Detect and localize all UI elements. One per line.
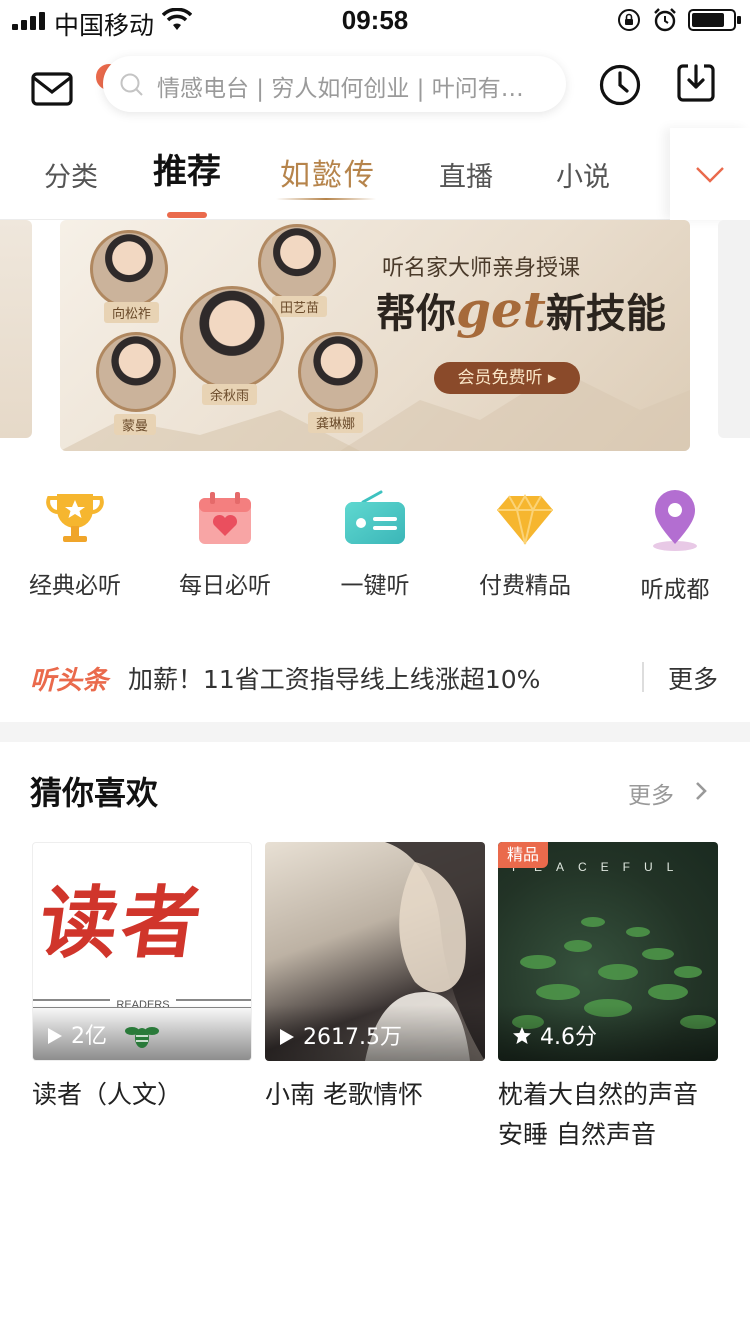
play-count-value: 2亿: [71, 1024, 107, 1049]
member-free-listen-label: 会员免费听: [457, 368, 543, 388]
quick-link-label: 付费精品: [479, 573, 571, 599]
quick-links: 经典必听 每日必听 一键听 付费精品 听成都: [0, 488, 750, 608]
member-free-listen-button[interactable]: 会员免费听 ▸: [434, 362, 580, 394]
banner-next-peek[interactable]: [718, 220, 750, 438]
download-icon[interactable]: [676, 63, 716, 103]
banner-title-get: get: [456, 280, 546, 339]
promo-banner[interactable]: 向松祚 田艺苗 余秋雨 蒙曼 龚琳娜 听名家大师亲身授课 帮你get新技能 会员…: [60, 220, 690, 451]
mail-icon: [31, 72, 73, 106]
rating: 4.6分: [512, 1019, 597, 1051]
tab-novel[interactable]: 小说: [556, 128, 610, 220]
location-pin-icon: [653, 490, 697, 551]
banner-title: 帮你get新技能: [376, 280, 666, 339]
album-title[interactable]: 小南 老歌情怀: [265, 1075, 485, 1115]
play-count: 2亿: [47, 1018, 107, 1050]
person-label-4: 蒙曼: [114, 414, 157, 435]
album-title[interactable]: 枕着大自然的声音安睡 自然声音: [498, 1075, 718, 1155]
person-label-3: 余秋雨: [202, 384, 258, 405]
play-count: 2617.5万: [279, 1019, 402, 1051]
headline-more-link[interactable]: 更多: [668, 660, 718, 696]
play-icon: [280, 1029, 294, 1045]
trophy-icon: [46, 494, 104, 542]
tab-live[interactable]: 直播: [439, 128, 493, 220]
portrait-4: [96, 332, 176, 412]
banner-title-part1: 帮你: [376, 290, 456, 337]
calendar-heart-icon: [199, 492, 251, 544]
search-input[interactable]: 情感电台 | 穷人如何创业 | 叶问有…: [103, 56, 566, 112]
status-bar: 中国移动 09:58: [0, 0, 750, 40]
star-icon: [513, 1027, 531, 1044]
rotation-lock-icon: [618, 9, 640, 31]
bee-logo-icon: [125, 1027, 159, 1048]
top-header: 3 情感电台 | 穷人如何创业 | 叶问有…: [0, 50, 750, 120]
person-label-5: 龚琳娜: [308, 412, 364, 433]
chevron-right-icon[interactable]: [694, 781, 708, 801]
chevron-down-icon: [696, 167, 724, 183]
album-cover: PEACEFUL 精品 4.6分: [498, 842, 718, 1061]
album-card[interactable]: PEACEFUL 精品 4.6分 枕着大自然的声音安睡 自然声音: [498, 842, 718, 1155]
person-label-2: 田艺苗: [272, 296, 328, 317]
quick-link-label: 每日必听: [179, 573, 271, 599]
battery-icon: [688, 9, 741, 31]
tab-category[interactable]: 分类: [44, 128, 98, 220]
active-tab-indicator: [167, 212, 207, 218]
play-icon: [48, 1028, 62, 1044]
alarm-icon: [654, 8, 676, 32]
recommend-more-link[interactable]: 更多: [628, 776, 674, 810]
premium-badge: 精品: [498, 842, 548, 868]
rating-value: 4.6分: [540, 1025, 597, 1050]
history-icon[interactable]: [598, 63, 642, 107]
headline-ticker[interactable]: 听头条 加薪！11省工资指导线上线涨超10% 更多: [0, 650, 750, 706]
cover-title: 读者: [33, 878, 211, 969]
tab-ruyi[interactable]: 如懿传: [280, 150, 376, 194]
banner-prev-peek[interactable]: [0, 220, 32, 438]
headline-text[interactable]: 加薪！11省工资指导线上线涨超10%: [128, 660, 628, 696]
quick-link-label: 一键听: [340, 573, 410, 599]
album-cover: 2617.5万: [265, 842, 485, 1061]
portrait-2: [258, 224, 336, 302]
tabs-expand-button[interactable]: [670, 128, 750, 220]
search-placeholder: 情感电台 | 穷人如何创业 | 叶问有…: [157, 76, 524, 102]
radio-icon: [345, 490, 405, 544]
album-card[interactable]: 2617.5万 小南 老歌情怀: [265, 842, 485, 1115]
portrait-5: [298, 332, 378, 412]
section-title: 猜你喜欢: [30, 774, 159, 812]
search-icon: [120, 73, 143, 96]
section-divider: [0, 722, 750, 742]
quick-link-premium[interactable]: 付费精品: [450, 488, 600, 600]
album-title[interactable]: 读者（人文）: [32, 1075, 252, 1115]
quick-link-daily[interactable]: 每日必听: [150, 488, 300, 600]
divider: [642, 662, 644, 692]
quick-link-label: 经典必听: [29, 573, 121, 599]
album-card[interactable]: 读者 READERS 2亿 读者（人文）: [32, 842, 252, 1115]
person-label-1: 向松祚: [104, 302, 160, 323]
play-count-value: 2617.5万: [303, 1025, 402, 1050]
portrait-1: [90, 230, 168, 308]
portrait-3: [180, 286, 284, 390]
banner-subtitle: 听名家大师亲身授课: [382, 256, 581, 281]
quick-link-one-tap[interactable]: 一键听: [300, 488, 450, 600]
quick-link-label: 听成都: [640, 577, 710, 603]
category-tabs: 分类 推荐 如懿传 直播 小说: [0, 128, 750, 220]
quick-link-classic[interactable]: 经典必听: [0, 488, 150, 600]
album-cover: 读者 READERS 2亿: [32, 842, 252, 1061]
headline-tag: 听头条: [30, 666, 109, 696]
tab-ruyi-decoration: [276, 198, 376, 200]
banner-title-part2: 新技能: [545, 290, 666, 337]
tab-recommend[interactable]: 推荐: [153, 128, 221, 220]
diamond-icon: [497, 493, 553, 545]
quick-link-chengdu[interactable]: 听成都: [600, 488, 750, 604]
mail-button[interactable]: 3: [30, 62, 124, 106]
